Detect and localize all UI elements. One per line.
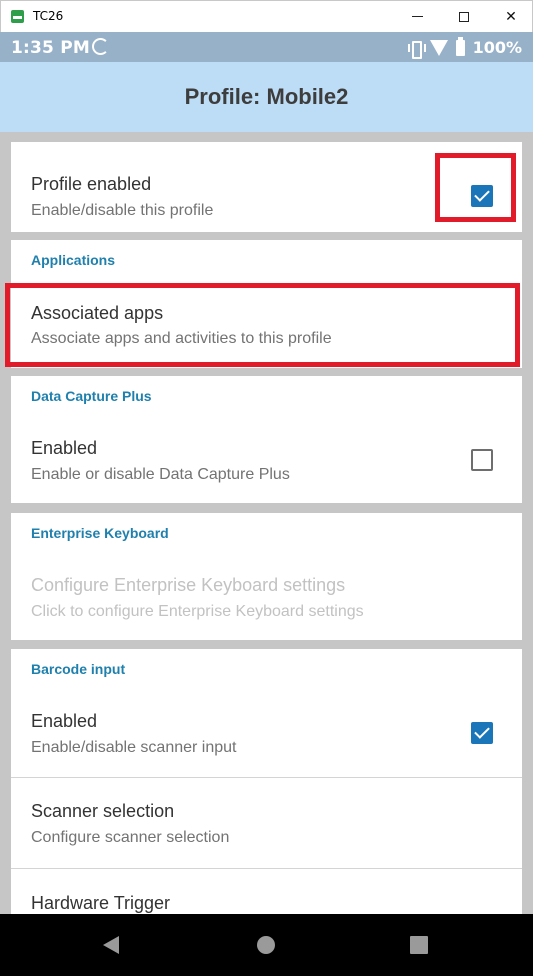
data-capture-plus-enabled-title: Enabled <box>31 438 98 458</box>
scanner-selection-row[interactable]: Scanner selection Configure scanner sele… <box>11 778 522 868</box>
minimize-button[interactable] <box>394 1 440 32</box>
sync-icon <box>92 38 109 55</box>
status-icons: 100% <box>407 36 522 59</box>
highlight-box-associated-apps <box>5 283 520 367</box>
barcode-enabled-summary: Enable/disable scanner input <box>31 739 237 756</box>
hardware-trigger-title: Hardware Trigger <box>31 893 171 913</box>
configure-enterprise-keyboard-row: Configure Enterprise Keyboard settings C… <box>11 553 522 640</box>
home-icon[interactable] <box>257 936 275 954</box>
barcode-enabled-row[interactable]: Enabled Enable/disable scanner input <box>11 689 522 775</box>
minimize-icon <box>411 16 423 17</box>
data-capture-plus-enabled-row[interactable]: Enabled Enable or disable Data Capture P… <box>11 416 522 503</box>
app-header: Profile: Mobile2 <box>0 62 533 132</box>
data-capture-plus-enabled-summary: Enable or disable Data Capture Plus <box>31 466 290 483</box>
barcode-enabled-title: Enabled <box>31 711 98 731</box>
close-icon: ✕ <box>505 8 517 25</box>
status-time: 1:35 PM <box>11 38 90 58</box>
status-bar: 1:35 PM 100% <box>0 32 533 62</box>
battery-icon <box>455 36 465 56</box>
barcode-input-section: Barcode input Enabled Enable/disable sca… <box>11 649 522 914</box>
scanner-selection-summary: Configure scanner selection <box>31 829 230 846</box>
window-titlebar: TC26 ✕ <box>0 0 533 32</box>
highlight-box-profile-checkbox <box>435 153 516 222</box>
data-capture-plus-category: Data Capture Plus <box>31 388 152 404</box>
profile-enabled-title: Profile enabled <box>31 174 152 194</box>
barcode-input-category: Barcode input <box>31 661 126 677</box>
page-title: Profile: Mobile2 <box>184 84 349 109</box>
maximize-icon <box>459 11 469 22</box>
applications-category: Applications <box>31 252 116 268</box>
barcode-enabled-checkbox[interactable] <box>471 722 493 744</box>
window-title: TC26 <box>33 9 64 23</box>
back-icon[interactable] <box>103 936 119 954</box>
hardware-trigger-row[interactable]: Hardware Trigger <box>11 869 522 914</box>
battery-level: 100% <box>472 38 522 57</box>
navigation-bar <box>0 914 533 976</box>
enterprise-keyboard-section: Enterprise Keyboard Configure Enterprise… <box>11 513 522 640</box>
app-icon <box>11 10 24 23</box>
preferences-list[interactable]: Profile enabled Enable/disable this prof… <box>0 132 533 914</box>
configure-keyboard-title: Configure Enterprise Keyboard settings <box>31 575 346 595</box>
close-button[interactable]: ✕ <box>488 1 533 32</box>
data-capture-plus-checkbox[interactable] <box>471 449 493 471</box>
configure-keyboard-summary: Click to configure Enterprise Keyboard s… <box>31 603 364 620</box>
wifi-icon <box>429 39 448 56</box>
enterprise-keyboard-category: Enterprise Keyboard <box>31 525 169 541</box>
recents-icon[interactable] <box>410 936 428 954</box>
data-capture-plus-section: Data Capture Plus Enabled Enable or disa… <box>11 376 522 503</box>
vibrate-icon <box>407 40 426 59</box>
scanner-selection-title: Scanner selection <box>31 801 175 821</box>
profile-enabled-summary: Enable/disable this profile <box>31 202 214 219</box>
maximize-button[interactable] <box>441 1 487 32</box>
